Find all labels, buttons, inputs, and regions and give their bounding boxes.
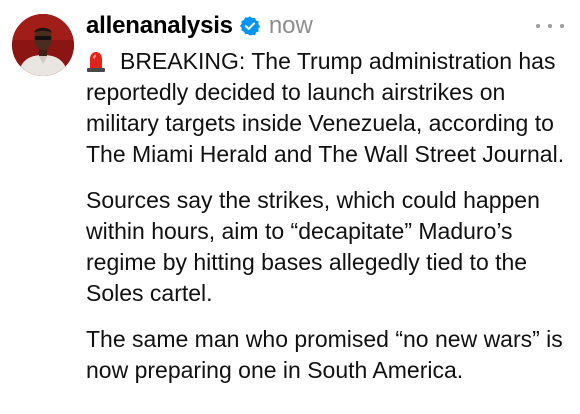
verified-badge-icon <box>239 15 261 37</box>
username[interactable]: allenanalysis <box>86 12 233 40</box>
avatar[interactable] <box>12 14 74 76</box>
profile-photo-image <box>12 14 74 76</box>
social-post: allenanalysis now BREAKING: The Trump ad… <box>0 0 580 414</box>
post-header: allenanalysis now <box>86 9 313 43</box>
post-paragraph-1: BREAKING: The Trump administration has r… <box>86 46 574 170</box>
post-timestamp: now <box>268 12 313 39</box>
post-text: BREAKING: The Trump administration has r… <box>86 46 574 401</box>
more-options-icon[interactable] <box>536 15 564 37</box>
post-paragraph-1-text: BREAKING: The Trump administration has r… <box>86 48 565 167</box>
post-paragraph-3: The same man who promised “no new wars” … <box>86 326 563 383</box>
post-paragraph-2: Sources say the strikes, which could hap… <box>86 187 540 306</box>
police-siren-emoji-icon <box>86 49 106 72</box>
